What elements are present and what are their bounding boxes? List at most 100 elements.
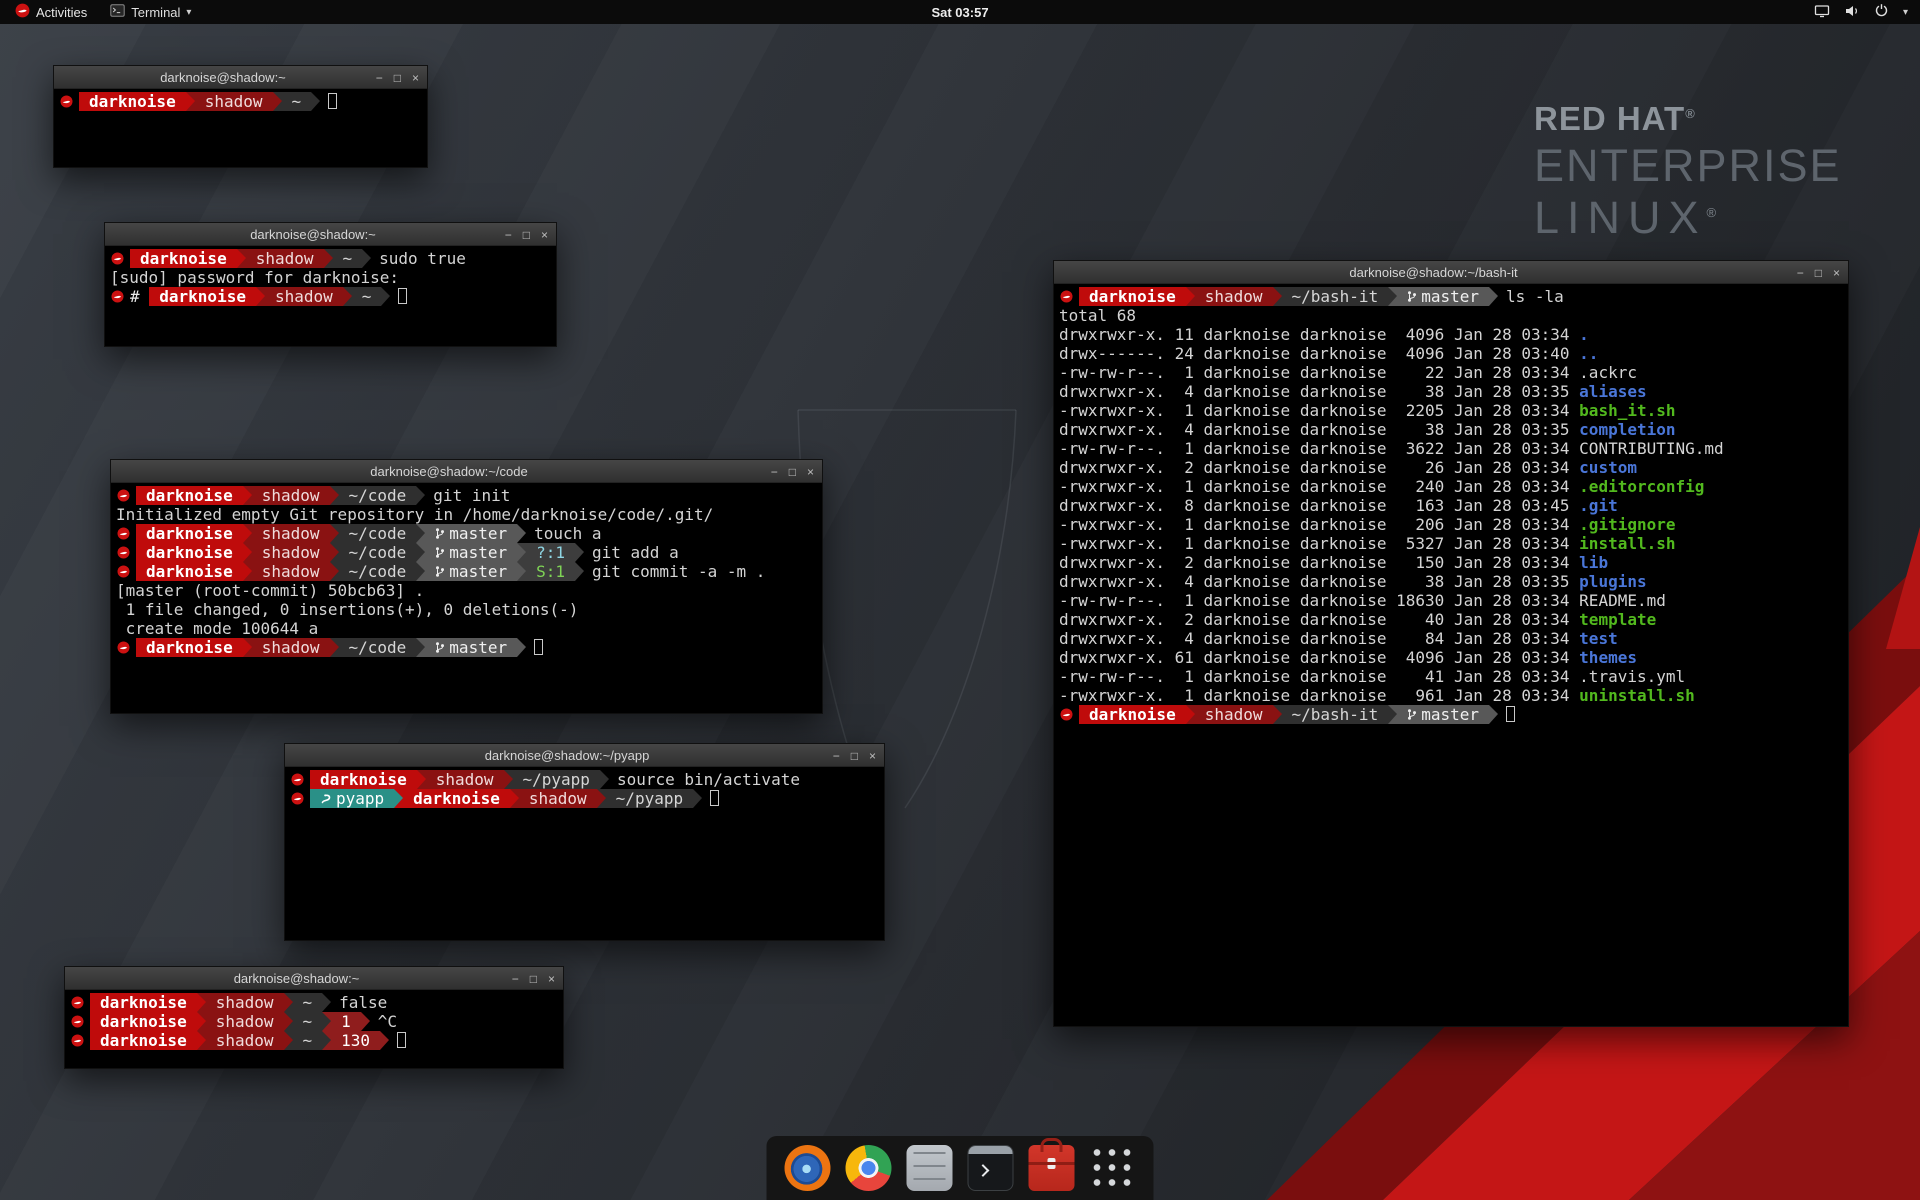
prompt-segment-path: ~ [352, 287, 382, 306]
redhat-prompt-icon [117, 543, 130, 562]
terminal-icon[interactable] [968, 1145, 1014, 1191]
window-title: darknoise@shadow:~/code [156, 464, 742, 479]
output-line: [master (root-commit) 50bcb63] . [116, 581, 817, 600]
terminal-content[interactable]: darknoiseshadow~/pyappsource bin/activat… [285, 767, 884, 811]
top-bar: Activities Terminal ▾ Sat 03:57 ▾ [0, 0, 1920, 24]
prompt-segment-path: ~/bash-it [1282, 287, 1389, 306]
terminal-content[interactable]: darknoiseshadow~ [54, 89, 427, 114]
window-title: darknoise@shadow:~ [99, 70, 347, 85]
files-icon[interactable] [907, 1145, 953, 1191]
output-line: drwxrwxr-x. 4 darknoise darknoise 84 Jan… [1059, 629, 1843, 648]
activities-button[interactable]: Activities [8, 0, 94, 24]
minimize-button[interactable]: − [512, 973, 519, 985]
prompt-line: # darknoiseshadow~ [110, 287, 551, 306]
close-button[interactable]: × [1833, 267, 1840, 279]
titlebar[interactable]: darknoise@shadow:~ − □ × [65, 967, 563, 990]
prompt-line: darknoiseshadow~/codemasterS:1git commit… [116, 562, 817, 581]
powerline-separator-icon [361, 1012, 370, 1031]
file-name: lib [1579, 553, 1608, 572]
close-button[interactable]: × [412, 72, 419, 84]
powerline-separator-icon [575, 562, 584, 581]
chevron-down-icon[interactable]: ▾ [1903, 7, 1908, 18]
firefox-icon[interactable] [785, 1145, 831, 1191]
titlebar[interactable]: darknoise@shadow:~ − □ × [54, 66, 427, 89]
toolbox-icon[interactable] [1029, 1145, 1075, 1191]
prompt-segment-host: shadow [252, 638, 330, 657]
powerline-separator-icon [284, 993, 293, 1012]
prompt-segment-path: ~/code [339, 638, 417, 657]
volume-icon[interactable] [1844, 4, 1860, 21]
file-name: .editorconfig [1579, 477, 1704, 496]
prompt-segment-host: shadow [206, 1031, 284, 1050]
close-button[interactable]: × [548, 973, 555, 985]
titlebar[interactable]: darknoise@shadow:~ − □ × [105, 223, 556, 246]
maximize-button[interactable]: □ [851, 750, 858, 762]
powerline-separator-icon [243, 638, 252, 657]
terminal-content[interactable]: darknoiseshadow~falsedarknoiseshadow~1^C… [65, 990, 563, 1053]
close-button[interactable]: × [869, 750, 876, 762]
app-grid-icon[interactable] [1090, 1145, 1136, 1191]
file-name: . [1579, 325, 1589, 344]
minimize-button[interactable]: − [1797, 267, 1804, 279]
powerline-separator-icon [575, 543, 584, 562]
redhat-prompt-icon [111, 249, 124, 268]
file-meta: drwx------. 24 darknoise darknoise 4096 … [1059, 344, 1579, 363]
output-line: -rwxrwxr-x. 1 darknoise darknoise 5327 J… [1059, 534, 1843, 553]
powerline-separator-icon [330, 486, 339, 505]
app-menu[interactable]: Terminal ▾ [110, 4, 191, 20]
powerline-separator-icon [517, 543, 526, 562]
maximize-button[interactable]: □ [530, 973, 537, 985]
prompt-segment-exit: 1 [331, 1012, 361, 1031]
prompt-line: darknoiseshadow~/pyappsource bin/activat… [290, 770, 879, 789]
powerline-separator-icon [597, 789, 606, 808]
minimize-button[interactable]: − [376, 72, 383, 84]
terminal-window-sudo: darknoise@shadow:~ − □ × darknoiseshadow… [104, 222, 557, 347]
powerline-separator-icon [1273, 287, 1282, 306]
prompt-segment-user: darknoise [403, 789, 510, 808]
powerline-separator-icon [517, 562, 526, 581]
terminal-content[interactable]: darknoiseshadow~sudo true[sudo] password… [105, 246, 556, 309]
terminal-cursor [534, 639, 543, 655]
titlebar[interactable]: darknoise@shadow:~/pyapp − □ × [285, 744, 884, 767]
terminal-content[interactable]: darknoiseshadow~/codegit initInitialized… [111, 483, 822, 660]
powerline-separator-icon [416, 543, 425, 562]
root-hash: # [130, 287, 149, 306]
maximize-button[interactable]: □ [394, 72, 401, 84]
power-icon[interactable] [1874, 3, 1889, 21]
minimize-button[interactable]: − [505, 229, 512, 241]
powerline-separator-icon [284, 1031, 293, 1050]
prompt-segment-host: shadow [252, 524, 330, 543]
powerline-separator-icon [416, 638, 425, 657]
prompt-segment-path: ~/pyapp [513, 770, 600, 789]
output-line: -rw-rw-r--. 1 darknoise darknoise 41 Jan… [1059, 667, 1843, 686]
file-name: .ackrc [1579, 363, 1637, 382]
powerline-separator-icon [322, 1012, 331, 1031]
prompt-line: darknoiseshadow~/bash-itmasterls -la [1059, 287, 1843, 306]
chrome-icon[interactable] [846, 1145, 892, 1191]
maximize-button[interactable]: □ [789, 466, 796, 478]
file-name: themes [1579, 648, 1637, 667]
file-name: .travis.yml [1579, 667, 1685, 686]
prompt-segment-path: ~/code [339, 543, 417, 562]
prompt-segment-exit: 130 [331, 1031, 380, 1050]
close-button[interactable]: × [541, 229, 548, 241]
minimize-button[interactable]: − [771, 466, 778, 478]
titlebar[interactable]: darknoise@shadow:~/code − □ × [111, 460, 822, 483]
prompt-segment-path: ~/pyapp [606, 789, 693, 808]
display-icon[interactable] [1814, 4, 1830, 21]
output-line: drwxrwxr-x. 2 darknoise darknoise 40 Jan… [1059, 610, 1843, 629]
titlebar[interactable]: darknoise@shadow:~/bash-it − □ × [1054, 261, 1848, 284]
prompt-segment-git: master [425, 524, 517, 543]
output-line: drwxrwxr-x. 2 darknoise darknoise 150 Ja… [1059, 553, 1843, 572]
branding-redhat: RED HAT® [1534, 100, 1842, 138]
maximize-button[interactable]: □ [1815, 267, 1822, 279]
output-line: Initialized empty Git repository in /hom… [116, 505, 817, 524]
terminal-content[interactable]: darknoiseshadow~/bash-itmasterls -latota… [1054, 284, 1848, 727]
minimize-button[interactable]: − [833, 750, 840, 762]
file-meta: -rwxrwxr-x. 1 darknoise darknoise 5327 J… [1059, 534, 1579, 553]
close-button[interactable]: × [807, 466, 814, 478]
file-name: install.sh [1579, 534, 1675, 553]
maximize-button[interactable]: □ [523, 229, 530, 241]
prompt-line: darknoiseshadow~1^C [70, 1012, 558, 1031]
file-meta: drwxrwxr-x. 2 darknoise darknoise 26 Jan… [1059, 458, 1579, 477]
